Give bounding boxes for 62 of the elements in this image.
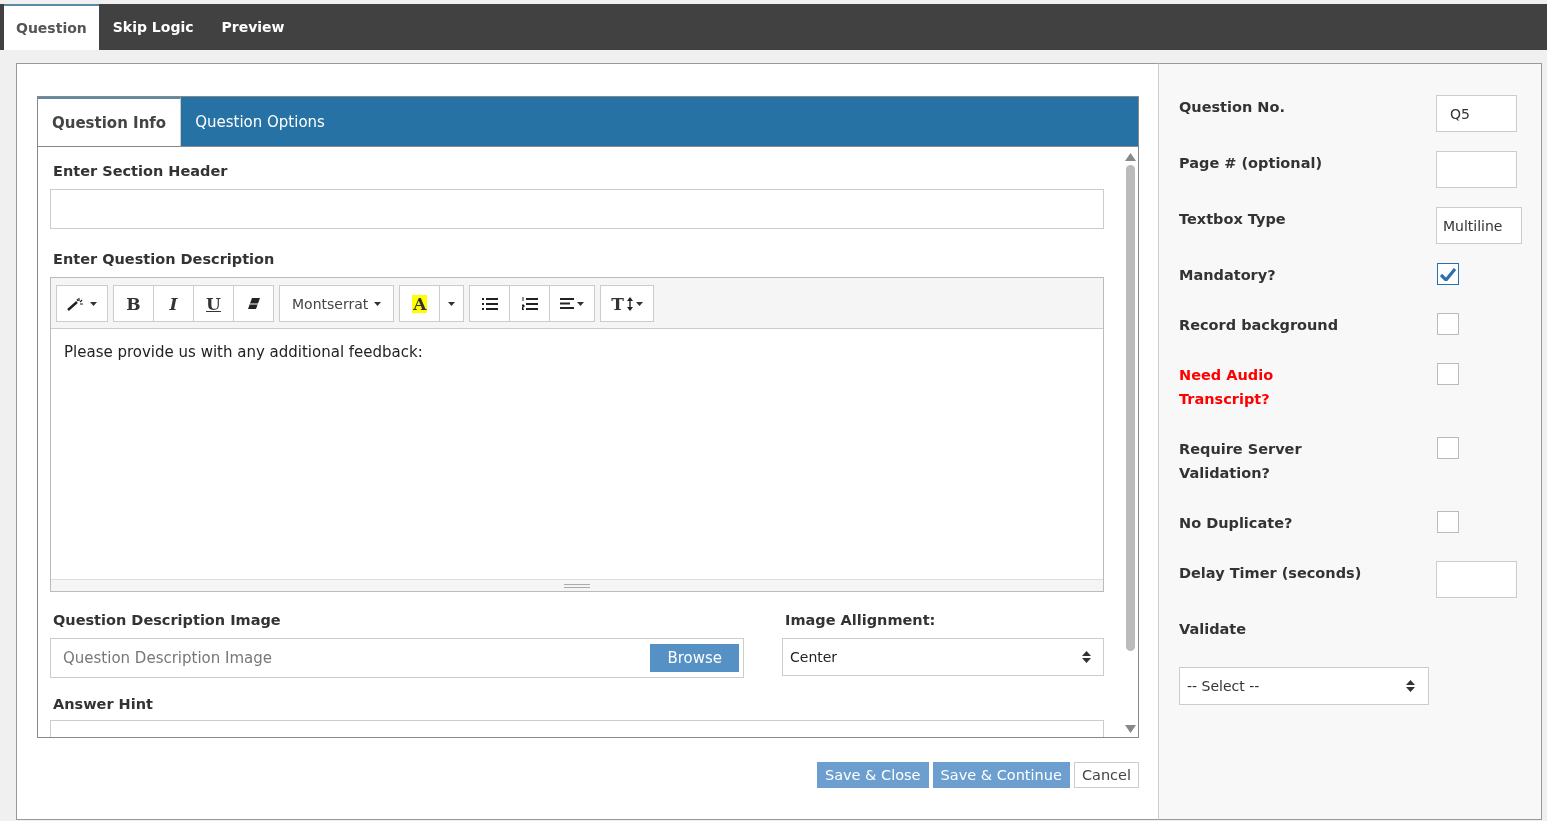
scroll-down-icon: [1124, 725, 1136, 733]
toolbar-button[interactable]: [56, 285, 108, 322]
setting-field[interactable]: Multiline: [1436, 207, 1522, 244]
updown-icon: [1406, 680, 1415, 692]
caret-icon: [448, 301, 456, 306]
resize-grip-icon: [564, 583, 590, 588]
toolbar-button[interactable]: [233, 285, 274, 322]
setting-label: Mandatory?: [1179, 266, 1277, 285]
scroll-up-icon: [1124, 153, 1136, 161]
description-text[interactable]: Please provide us with any additional feedback:: [64, 343, 1090, 361]
toolbar-button[interactable]: [509, 285, 551, 322]
setting-label: Page # (optional): [1179, 154, 1324, 173]
caret-icon: [635, 301, 643, 306]
checkbox[interactable]: [1437, 363, 1459, 385]
toolbar-button[interactable]: U: [193, 285, 234, 322]
setting-label: No Duplicate?: [1179, 514, 1294, 533]
alignment-select[interactable]: Center: [782, 638, 1104, 676]
updown-arrow-icon: [626, 296, 633, 311]
field-label: Image Allignment:: [784, 611, 937, 630]
section-header-field[interactable]: [50, 189, 1104, 229]
checkbox[interactable]: [1437, 437, 1459, 459]
caret-icon: [577, 301, 585, 306]
toolbar-button[interactable]: A: [399, 285, 441, 322]
toolbar-button[interactable]: I: [153, 285, 194, 322]
toolbar-button[interactable]: [469, 285, 511, 322]
setting-field[interactable]: [1436, 561, 1517, 598]
checkbox[interactable]: [1437, 511, 1459, 533]
setting-label: Delay Timer (seconds): [1179, 564, 1363, 583]
action-button[interactable]: Cancel: [1073, 762, 1139, 788]
setting-field[interactable]: Q5: [1436, 95, 1517, 132]
toolbar-button[interactable]: B: [113, 285, 154, 322]
toolbar-button[interactable]: T: [600, 285, 654, 322]
field-label: Enter Question Description: [52, 250, 276, 269]
tab[interactable]: Question Options: [181, 97, 339, 146]
setting-label: Need Audio Transcript?: [1179, 366, 1275, 409]
tab[interactable]: Question Info: [38, 97, 182, 146]
scrollbar-thumb[interactable]: [1125, 165, 1135, 651]
setting-label: Question No.: [1179, 98, 1286, 117]
field-label: Enter Section Header: [52, 162, 229, 181]
toolbar-button[interactable]: [549, 285, 596, 322]
caret-icon: [374, 301, 382, 306]
tab[interactable]: Skip Logic: [98, 4, 208, 50]
setting-field[interactable]: [1436, 151, 1517, 188]
setting-label: Textbox Type: [1179, 210, 1287, 229]
numbered-list-icon: [521, 297, 538, 310]
eraser-icon: [247, 298, 260, 309]
updown-icon: [1082, 651, 1091, 663]
checkbox[interactable]: [1437, 263, 1459, 285]
bullet-list-icon: [481, 297, 498, 310]
field-label: Answer Hint: [52, 695, 154, 714]
check-icon: [1440, 267, 1456, 281]
validate-select[interactable]: -- Select --: [1179, 667, 1429, 705]
caret-icon: [90, 301, 97, 306]
field-label: Question Description Image: [52, 611, 282, 630]
align-left-icon: [560, 298, 575, 309]
setting-label: Record background: [1179, 316, 1340, 335]
tab[interactable]: Question: [4, 4, 99, 50]
toolbar-button[interactable]: Montserrat: [279, 285, 395, 322]
tab[interactable]: Preview: [207, 4, 299, 50]
setting-label: Validate: [1179, 620, 1248, 639]
checkbox[interactable]: [1437, 313, 1459, 335]
setting-label: Require Server Validation?: [1179, 440, 1303, 483]
